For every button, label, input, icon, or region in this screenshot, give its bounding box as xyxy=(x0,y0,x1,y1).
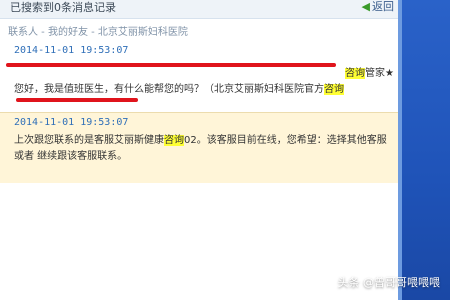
back-button[interactable]: ◀ 返回 xyxy=(362,0,394,14)
highlight-keyword: 咨询 xyxy=(324,84,344,95)
system-message-item: 2014-11-01 19:53:07 上次跟您联系的是客服艾丽斯健康咨询02。… xyxy=(0,112,402,183)
highlight-keyword: 咨询 xyxy=(164,135,184,146)
message-text: 您好，我是值班医生，有什么能帮您的吗？（北京艾丽斯妇科医院官方咨询 xyxy=(14,84,344,95)
redacted-line: 咨询管家★ xyxy=(14,66,394,82)
desktop-background xyxy=(402,0,450,300)
message-item: 2014-11-01 19:53:07 咨询管家★ 您好，我是值班医生，有什么能… xyxy=(0,40,402,102)
highlight-keyword: 咨询 xyxy=(345,68,366,79)
message-body: 咨询管家★ 您好，我是值班医生，有什么能帮您的吗？（北京艾丽斯妇科医院官方咨询 xyxy=(14,66,394,98)
message-timestamp: 2014-11-01 19:53:07 xyxy=(14,45,129,56)
search-result-bar: 已搜索到0条消息记录 ◀ 返回 xyxy=(0,0,402,19)
contact-breadcrumb: 联系人 - 我的好友 - 北京艾丽斯妇科医院 xyxy=(8,27,188,38)
back-arrow-icon: ◀ xyxy=(361,0,370,13)
chat-history-window: 已搜索到0条消息记录 ◀ 返回 联系人 - 我的好友 - 北京艾丽斯妇科医院 20… xyxy=(0,0,402,300)
message-timestamp: 2014-11-01 19:53:07 xyxy=(14,117,129,128)
redaction-mark xyxy=(6,63,336,67)
search-result-title: 已搜索到0条消息记录 xyxy=(10,1,116,14)
back-label: 返回 xyxy=(372,0,394,13)
watermark: 头条 @曾哥哥喂喂喂 xyxy=(337,276,441,289)
redaction-mark xyxy=(16,98,138,102)
redacted-line-tail: 管家★ xyxy=(365,68,394,79)
message-body: 上次跟您联系的是客服艾丽斯健康咨询02。该客服目前在线，您希望：选择其他客服 或… xyxy=(14,135,387,162)
